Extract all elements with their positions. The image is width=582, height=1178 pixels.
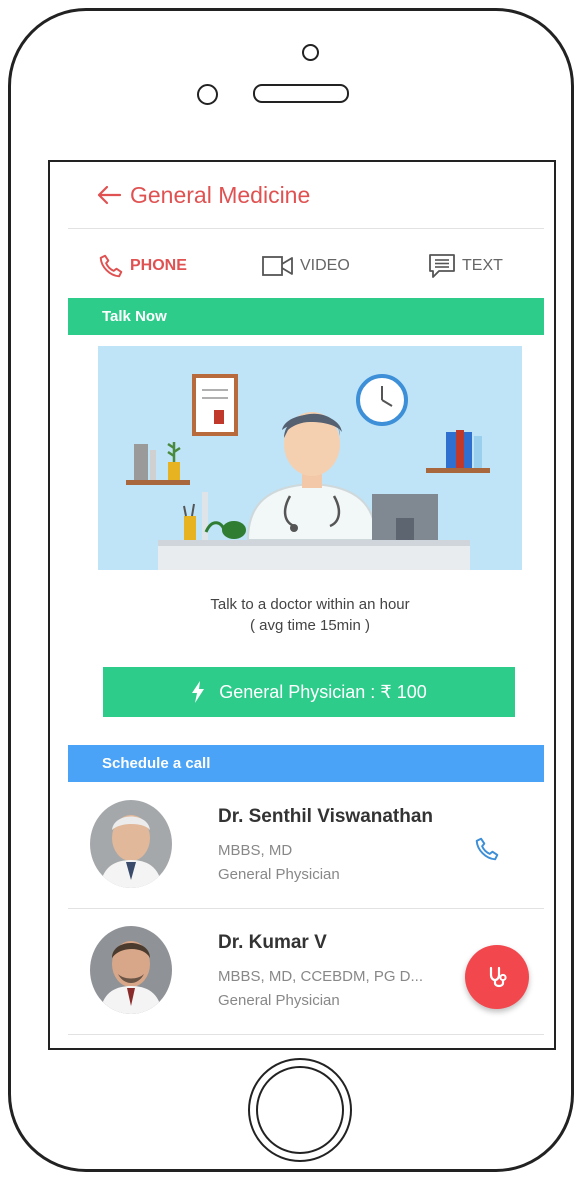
video-camera-icon — [262, 256, 293, 276]
chat-icon — [429, 254, 455, 278]
lightning-icon — [192, 681, 205, 703]
doctor-degree: MBBS, MD, CCEBDM, PG D... — [218, 968, 424, 985]
phone-home-button[interactable] — [248, 1058, 352, 1162]
doctor-degree: MBBS, MD — [218, 842, 293, 859]
talk-now-description: Talk to a doctor within an hour ( avg ti… — [98, 594, 522, 636]
tab-text-label: TEXT — [462, 257, 503, 274]
tab-text[interactable]: TEXT — [428, 242, 503, 290]
arrow-left-icon[interactable] — [96, 185, 122, 205]
doctor-specialty: General Physician — [218, 992, 340, 1009]
talk-now-line2: ( avg time 15min ) — [249, 617, 371, 634]
doctor-name: Dr. Kumar V — [218, 932, 327, 953]
doctor-specialty: General Physician — [218, 866, 340, 883]
tab-bar: PHONE VIDEO TEXT — [68, 242, 544, 290]
avatar — [90, 800, 172, 888]
app-header: General Medicine — [68, 162, 544, 229]
phone-speaker — [253, 84, 349, 103]
talk-now-line1: Talk to a doctor within an hour — [210, 596, 410, 613]
general-physician-button-label: General Physician : ₹ 100 — [219, 681, 427, 702]
general-physician-button[interactable]: General Physician : ₹ 100 — [103, 667, 515, 717]
page-title: General Medicine — [130, 181, 311, 208]
phone-icon — [99, 254, 123, 278]
tab-phone[interactable]: PHONE — [98, 242, 187, 290]
doctor-card[interactable]: Dr. Senthil Viswanathan MBBS, MD General… — [68, 784, 544, 909]
schedule-call-banner: Schedule a call — [68, 745, 544, 782]
stethoscope-icon — [489, 966, 507, 988]
phone-sensor — [197, 84, 218, 105]
app-screen: General Medicine PHONE VIDEO TEXT Talk N… — [48, 160, 556, 1050]
phone-icon[interactable] — [474, 836, 500, 862]
tab-video[interactable]: VIDEO — [262, 242, 350, 290]
doctor-illustration — [98, 346, 522, 570]
doctor-name: Dr. Senthil Viswanathan — [218, 806, 434, 827]
talk-now-banner: Talk Now — [68, 298, 544, 335]
consult-fab-button[interactable] — [465, 945, 529, 1009]
tab-video-label: VIDEO — [300, 257, 350, 274]
phone-camera — [302, 44, 319, 61]
avatar — [90, 926, 172, 1014]
tab-phone-label: PHONE — [130, 257, 187, 274]
